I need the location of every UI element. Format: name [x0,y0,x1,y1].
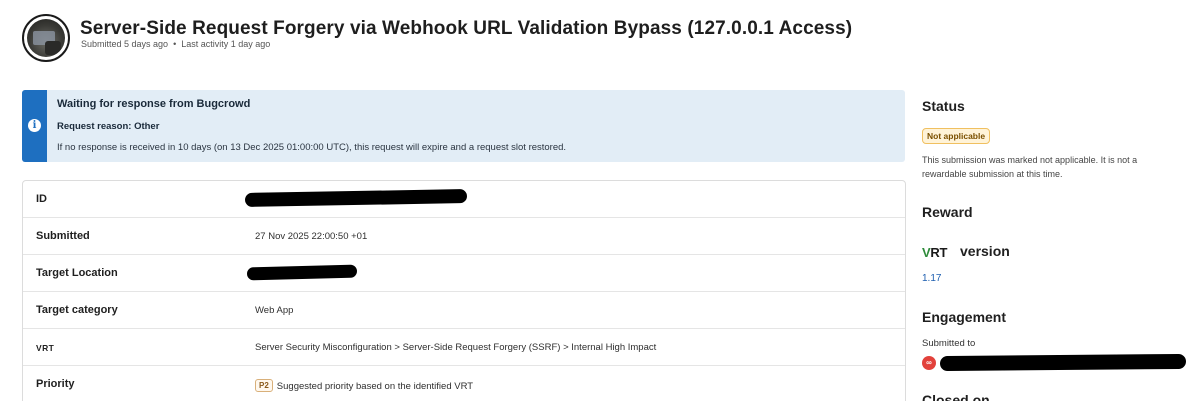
submission-meta: Submitted 5 days ago • Last activity 1 day… [81,39,270,49]
row-label: Target Location [36,267,118,279]
vrt-logo-icon: VRT [922,245,948,260]
row-value: 27 Nov 2025 22:00:50 +01 [255,231,368,242]
details-row-submitted: Submitted 27 Nov 2025 22:00:50 +01 [23,218,905,255]
details-row-target-category: Target category Web App [23,292,905,329]
vrt-version-link[interactable]: 1.17 [922,273,941,284]
status-heading: Status [922,98,965,114]
avatar[interactable] [22,14,70,62]
submitted-to-label: Submitted to [922,338,976,349]
submitted-time: Submitted 5 days ago [81,39,169,49]
details-row-id: ID [23,181,905,218]
row-label: ID [36,193,47,205]
closed-on-heading: Closed on [922,392,990,401]
status-badge: Not applicable [922,128,991,144]
last-activity: Last activity 1 day ago [181,39,271,49]
submission-details-table: ID Submitted 27 Nov 2025 22:00:50 +01 Ta… [22,180,906,401]
row-label: Target category [36,304,118,316]
redaction-mark [246,264,358,281]
details-row-vrt: VRT Server Security Misconfiguration > S… [23,329,905,366]
vrt-path[interactable]: Server Security Misconfiguration > Serve… [255,342,656,353]
page-title: Server-Side Request Forgery via Webhook … [80,18,853,39]
response-request-notice: i Waiting for response from Bugcrowd Req… [22,90,905,162]
notice-title: Waiting for response from Bugcrowd [57,98,251,110]
redaction-mark [939,353,1187,372]
status-description: This submission was marked not applicabl… [922,155,1138,179]
priority-badge: P2 [255,379,273,392]
notice-text: If no response is received in 10 days (o… [57,142,567,153]
vrt-heading: version [960,243,1010,259]
info-icon: i [28,119,41,132]
row-label: Submitted [36,230,90,242]
redaction-mark [244,189,468,207]
engagement-heading: Engagement [922,309,1007,325]
row-label: Priority [36,378,75,390]
bugcrowd-logo-icon: ∞ [922,356,936,370]
details-row-target-location: Target Location [23,255,905,292]
notice-accent-bar: i [22,90,47,162]
meta-separator: • [173,39,177,49]
priority-text: Suggested priority based on the identifi… [276,381,474,392]
details-row-priority: Priority P2 Suggested priority based on t… [23,366,905,401]
row-label: VRT [36,343,55,353]
submission-header: Server-Side Request Forgery via Webhook … [22,14,1182,66]
row-value: Web App [255,305,294,316]
row-value: P2 Suggested priority based on the identi… [255,379,473,392]
notice-reason: Request reason: Other [57,121,160,132]
submission-sidebar: Status Not applicable This submission wa… [922,90,1192,401]
avatar-image [27,19,65,57]
reward-heading: Reward [922,204,973,220]
